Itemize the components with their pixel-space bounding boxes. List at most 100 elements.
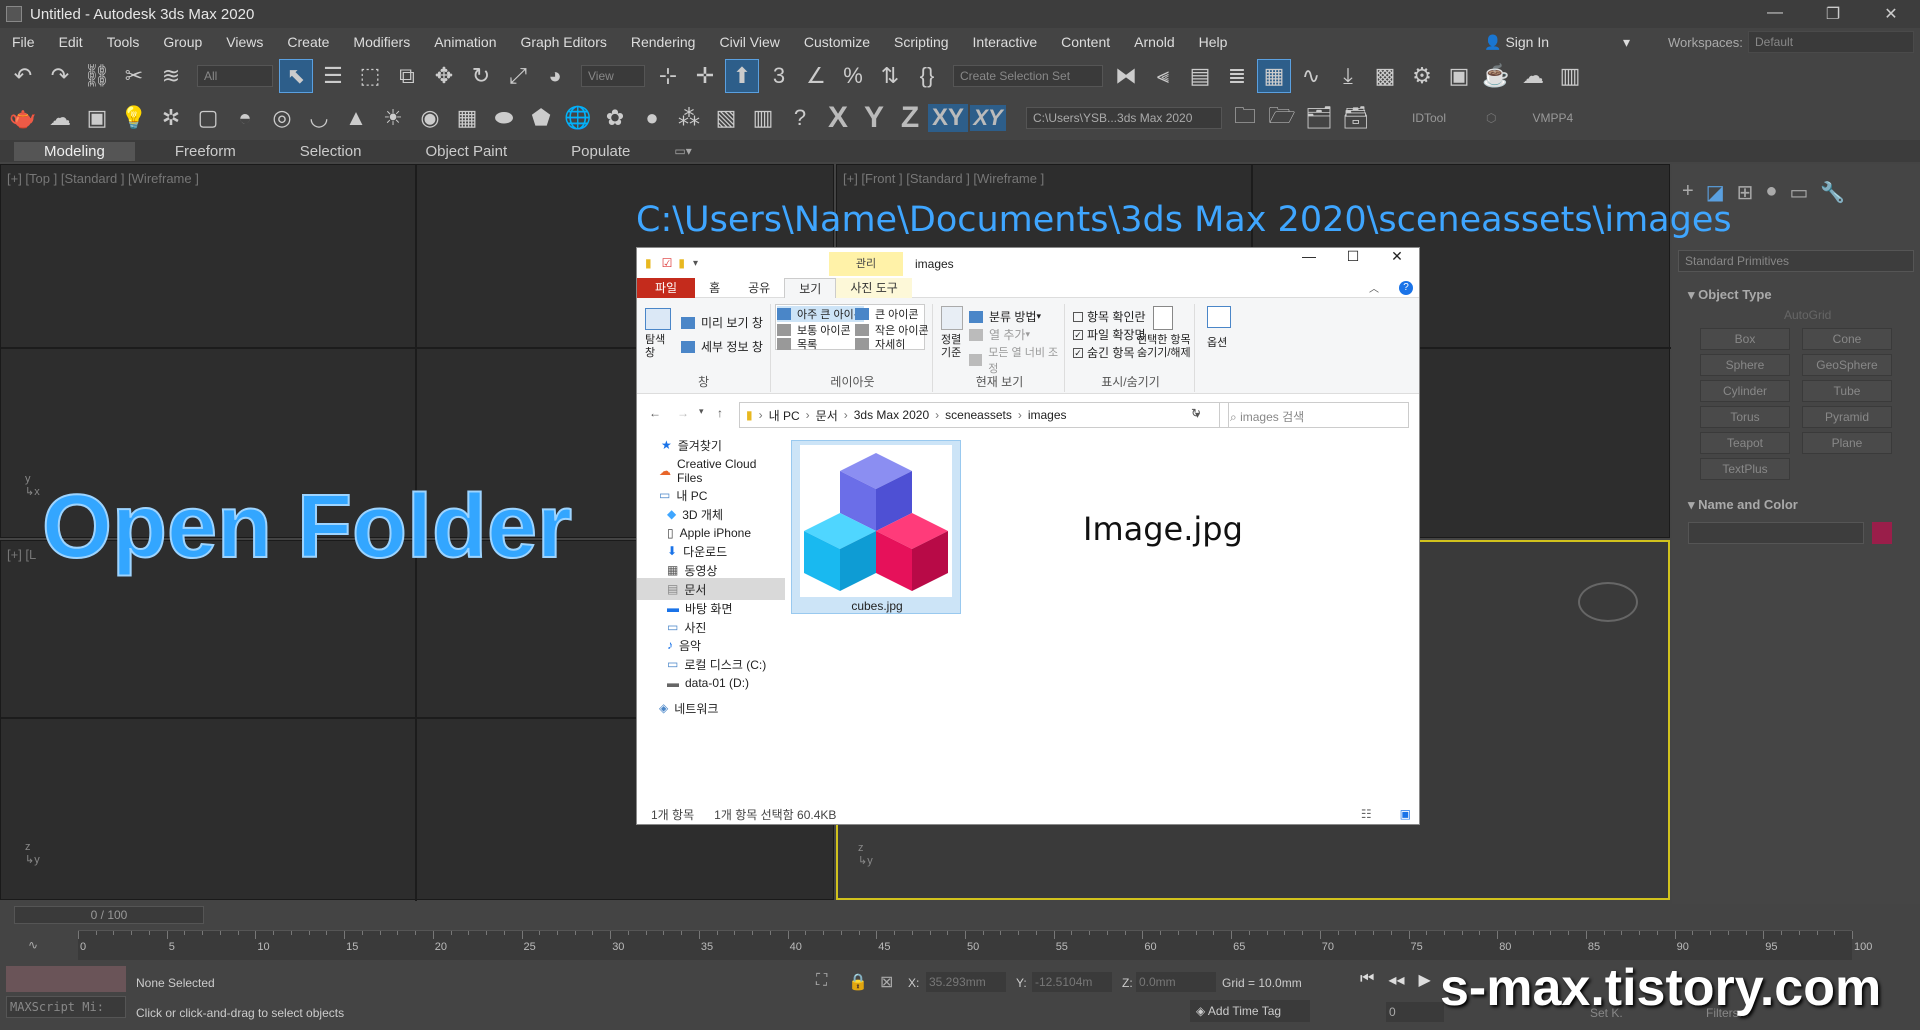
redo-icon[interactable]: ↷ bbox=[43, 59, 77, 93]
transform-mode-icon[interactable]: ⊠ bbox=[880, 972, 893, 992]
menu-animation[interactable]: Animation bbox=[422, 34, 508, 50]
menu-civil-view[interactable]: Civil View bbox=[707, 34, 791, 50]
sphere-button[interactable]: Sphere bbox=[1700, 354, 1790, 376]
tab-object-paint[interactable]: Object Paint bbox=[385, 143, 531, 160]
layout-details[interactable]: 자세히 bbox=[855, 336, 905, 352]
textplus-button[interactable]: TextPlus bbox=[1700, 458, 1790, 480]
nav-creative-cloud[interactable]: ☁ Creative Cloud Files bbox=[637, 457, 785, 485]
large-icons-view-icon[interactable]: ▣ bbox=[1400, 807, 1411, 821]
rotate-icon[interactable]: ↻ bbox=[464, 59, 498, 93]
nav-quick-access[interactable]: ★ 즐겨찾기 bbox=[637, 434, 785, 456]
unlink-icon[interactable]: ✂ bbox=[117, 59, 151, 93]
menu-rendering[interactable]: Rendering bbox=[619, 34, 708, 50]
mesh-icon[interactable]: ⬟ bbox=[524, 101, 558, 135]
motion-tab-icon[interactable]: ● bbox=[1765, 180, 1777, 205]
helper-icon[interactable]: ✲ bbox=[154, 101, 188, 135]
tab-home[interactable]: 홈 bbox=[695, 278, 734, 298]
explorer-close-icon[interactable]: ✕ bbox=[1375, 248, 1419, 265]
render-extra-icon[interactable]: ▥ bbox=[1553, 59, 1587, 93]
add-time-tag-button[interactable]: ◈ Add Time Tag bbox=[1190, 1000, 1310, 1022]
navigation-pane-button[interactable]: 탐색 창 bbox=[645, 334, 665, 360]
menu-interactive[interactable]: Interactive bbox=[961, 34, 1050, 50]
up-icon[interactable]: ↑ bbox=[717, 406, 723, 420]
menu-content[interactable]: Content bbox=[1049, 34, 1122, 50]
rendered-frame-icon[interactable]: ▣ bbox=[1442, 59, 1476, 93]
axis-xy-cycle-button[interactable]: XY bbox=[970, 105, 1006, 131]
folder-export-icon[interactable]: 🗃 bbox=[1339, 101, 1373, 135]
globe-icon[interactable]: 🌐 bbox=[561, 101, 595, 135]
ribbon-toggle-icon[interactable]: ▦ bbox=[1257, 59, 1291, 93]
hide-selected-button[interactable]: 선택한 항목 숨기기/해제 bbox=[1137, 334, 1191, 360]
size-columns-button[interactable]: 모든 열 너비 조정 bbox=[988, 344, 1064, 376]
forward-icon[interactable]: → bbox=[677, 406, 689, 420]
menu-graph-editors[interactable]: Graph Editors bbox=[508, 34, 618, 50]
menu-file[interactable]: File bbox=[0, 34, 47, 50]
cloud-icon[interactable]: ☁ bbox=[43, 101, 77, 135]
render-cloud-icon[interactable]: ☁ bbox=[1516, 59, 1550, 93]
select-by-name-icon[interactable]: ☰ bbox=[316, 59, 350, 93]
viewport-top-label[interactable]: [+] [Top ] [Standard ] [Wireframe ] bbox=[7, 171, 199, 186]
object-type-rollout[interactable]: ▾ Object Type bbox=[1678, 282, 1914, 306]
sphere-icon[interactable]: ● bbox=[635, 101, 669, 135]
hierarchy-tab-icon[interactable]: ⊞ bbox=[1737, 180, 1754, 205]
address-bar[interactable]: ▮ › 내 PC › 문서 › 3ds Max 2020 › sceneassets › … bbox=[739, 402, 1229, 428]
pyramid-button[interactable]: Pyramid bbox=[1802, 406, 1892, 428]
mirror-icon[interactable]: ⧓ bbox=[1109, 59, 1143, 93]
back-icon[interactable]: ← bbox=[649, 406, 661, 420]
layout-large-icons[interactable]: 큰 아이콘 bbox=[855, 306, 919, 322]
layout-extra-large-icons[interactable]: 아주 큰 아이콘 bbox=[777, 306, 864, 322]
render-production-icon[interactable]: ☕ bbox=[1479, 59, 1513, 93]
named-selection-select[interactable]: Create Selection Set bbox=[953, 65, 1103, 87]
vmpp4-label[interactable]: VMPP4 bbox=[1533, 111, 1574, 125]
axis-y-button[interactable]: Y bbox=[856, 101, 892, 135]
maxscript-mini[interactable]: MAXScript Mi: bbox=[6, 996, 126, 1018]
idtool-label[interactable]: IDTool bbox=[1412, 111, 1446, 125]
group-by-button[interactable]: 분류 방법 bbox=[989, 308, 1037, 325]
sign-in-button[interactable]: 👤 Sign In ▾ bbox=[1484, 30, 1630, 54]
align-icon[interactable]: ⫷ bbox=[1146, 59, 1180, 93]
restore-icon[interactable]: ❐ bbox=[1804, 4, 1862, 24]
snaps-toggle-icon[interactable]: 3 bbox=[762, 59, 796, 93]
menu-edit[interactable]: Edit bbox=[47, 34, 95, 50]
tab-share[interactable]: 공유 bbox=[734, 278, 784, 298]
refresh-icon[interactable]: ↻ bbox=[1191, 406, 1201, 420]
play-icon[interactable]: ▶ bbox=[1418, 970, 1430, 990]
tube-button[interactable]: Tube bbox=[1802, 380, 1892, 402]
collapse-ribbon-icon[interactable]: ︿ bbox=[1369, 280, 1379, 295]
tab-picture-tools[interactable]: 사진 도구 bbox=[836, 277, 912, 298]
manipulate-icon[interactable]: ✛ bbox=[688, 59, 722, 93]
preview-pane-button[interactable]: 미리 보기 창 bbox=[701, 314, 763, 331]
select-object-icon[interactable]: ⬉ bbox=[279, 59, 313, 93]
menu-group[interactable]: Group bbox=[151, 34, 214, 50]
geosphere-button[interactable]: GeoSphere bbox=[1802, 354, 1892, 376]
breadcrumb-sceneassets[interactable]: sceneassets bbox=[945, 408, 1012, 422]
explorer-maximize-icon[interactable]: ☐ bbox=[1331, 248, 1375, 265]
angle-snap-icon[interactable]: ∠ bbox=[799, 59, 833, 93]
tab-modeling[interactable]: Modeling bbox=[14, 141, 135, 161]
reference-coord-select[interactable]: View bbox=[581, 65, 645, 87]
grid-icon[interactable]: ▦ bbox=[450, 101, 484, 135]
batch-icon[interactable]: ▥ bbox=[746, 101, 780, 135]
menu-modifiers[interactable]: Modifiers bbox=[341, 34, 422, 50]
nav-network[interactable]: ◈ 네트워크 bbox=[637, 697, 785, 719]
hidden-items-checkbox[interactable]: ✓ bbox=[1073, 347, 1083, 358]
cone-button[interactable]: Cone bbox=[1802, 328, 1892, 350]
properties-icon[interactable]: ☑ bbox=[662, 256, 673, 270]
teapot-button[interactable]: Teapot bbox=[1700, 432, 1790, 454]
details-view-icon[interactable]: ☷ bbox=[1361, 807, 1372, 821]
disc-icon[interactable]: ◉ bbox=[413, 101, 447, 135]
search-input[interactable]: ⌕ images 검색 bbox=[1219, 402, 1409, 428]
project-path-select[interactable]: C:\Users\YSB...3ds Max 2020 bbox=[1026, 107, 1222, 129]
render-setup-icon[interactable]: ⚙ bbox=[1405, 59, 1439, 93]
light-icon[interactable]: 💡 bbox=[117, 101, 151, 135]
box-prim-icon[interactable]: ▢ bbox=[191, 101, 225, 135]
toggle-scene-explorer-icon[interactable]: ▤ bbox=[1183, 59, 1217, 93]
viewport-left-label[interactable]: [+] [L bbox=[7, 547, 36, 562]
prev-frame-icon[interactable]: ◂◂ bbox=[1388, 970, 1404, 990]
menu-tools[interactable]: Tools bbox=[95, 34, 152, 50]
breadcrumb-3dsmax[interactable]: 3ds Max 2020 bbox=[854, 408, 929, 422]
help-circle-icon[interactable]: ? bbox=[783, 101, 817, 135]
link-icon[interactable]: ⛓ bbox=[80, 59, 114, 93]
maxscript-listener[interactable] bbox=[6, 966, 126, 992]
axis-z-button[interactable]: Z bbox=[892, 101, 928, 135]
